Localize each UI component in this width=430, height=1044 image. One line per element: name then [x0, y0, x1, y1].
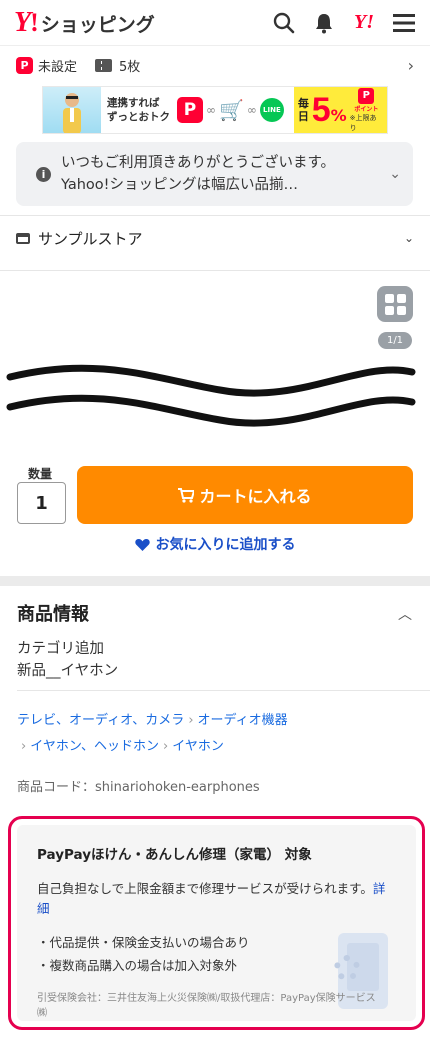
banner-person-image [43, 87, 101, 133]
breadcrumb-link[interactable]: オーディオ機器 [198, 713, 288, 728]
line-icon: LINE [259, 98, 284, 122]
top-header: Y ! ショッピング Y! [0, 0, 430, 46]
insurance-title: PayPayほけん・あんしん修理（家電） 対象 [37, 847, 312, 863]
category-lines: カテゴリ追加 新品__イヤホン [17, 638, 118, 682]
daily-five-percent: 毎日 5 % P ポイント ※上限あり [293, 87, 387, 133]
product-info-heading: 商品情報 [17, 604, 89, 625]
quantity-input[interactable]: 1 [17, 482, 66, 524]
store-name: サンプルストア [38, 229, 143, 248]
percent-number: 5 [311, 90, 331, 129]
paypay-point-icon: P [358, 87, 375, 104]
chevron-right-icon: › [407, 55, 414, 75]
paypay-status: 未設定 [38, 59, 78, 75]
paypay-insurance-box: PayPayほけん・あんしん修理（家電） 対象 自己負担なしで上限金額まで修理サ… [8, 816, 425, 1030]
image-page-indicator: 1/1 [378, 332, 412, 349]
insurance-description-text: 自己負担なしで上限金額まで修理サービスが受けられます。 [37, 881, 373, 896]
breadcrumb-link[interactable]: テレビ、オーディオ、カメラ [17, 713, 184, 728]
divider [0, 215, 430, 216]
favorite-label: お気に入りに追加する [155, 537, 296, 553]
header-icons: Y! [272, 11, 416, 35]
add-to-favorites-link[interactable]: お気に入りに追加する [0, 534, 430, 554]
insurance-footer: 引受保険会社：三井住友海上火災保険㈱/取扱代理店：PayPay保険サービス㈱ [37, 993, 376, 1019]
grid-view-button[interactable] [377, 286, 413, 322]
search-icon[interactable] [272, 11, 296, 35]
info-icon: i [36, 166, 51, 182]
chevron-right-icon: › [163, 739, 169, 754]
chevron-down-icon: ⌄ [403, 231, 414, 245]
banner-line2: ずっとおトク [107, 111, 170, 123]
bell-icon[interactable] [312, 11, 336, 35]
product-image-area[interactable] [0, 270, 430, 357]
banner-line1: 連携すれば [107, 97, 160, 109]
category-line1: カテゴリ追加 [17, 641, 104, 657]
store-selector[interactable]: サンプルストア ⌄ [16, 223, 414, 253]
menu-icon[interactable] [392, 11, 416, 35]
chevron-down-icon: ⌄ [389, 166, 401, 182]
link-icon: ∞ [206, 103, 216, 117]
logo-text: ショッピング [40, 13, 155, 36]
chevron-up-icon[interactable]: ︿ [398, 604, 412, 624]
paypay-icon: P [16, 56, 33, 74]
point-label: ポイント [354, 105, 379, 113]
chevron-right-icon: › [21, 739, 27, 754]
percent-sign: % [330, 105, 347, 125]
section-divider [0, 576, 430, 586]
category-line2: 新品__イヤホン [17, 663, 119, 679]
coupon-count: 5枚 [119, 59, 141, 75]
store-icon [16, 232, 30, 244]
logo-y: Y [14, 6, 31, 38]
divider [17, 690, 430, 691]
cart-icon [178, 487, 195, 503]
add-to-cart-button[interactable]: カートに入れる [77, 466, 413, 524]
notice-line2: Yahoo!ショッピングは幅広い品揃… [61, 177, 298, 193]
paypay-insurance-inner: PayPayほけん・あんしん修理（家電） 対象 自己負担なしで上限金額まで修理サ… [17, 825, 416, 1021]
image-cut-wave [0, 350, 430, 427]
store-notice[interactable]: i いつもご利用頂きありがとうございます。 Yahoo!ショッピングは幅広い品揃… [16, 142, 413, 206]
banner-tagline: 連携すれば ずっとおトク [107, 96, 177, 124]
coupon-icon [95, 58, 113, 72]
daily-word: 毎日 [297, 97, 309, 123]
quantity-label: 数量 [28, 467, 53, 481]
add-to-cart-label: カートに入れる [199, 487, 312, 506]
chevron-right-icon: › [188, 713, 194, 728]
banner-note: ※上限あり [349, 113, 377, 132]
notice-text: いつもご利用頂きありがとうございます。 Yahoo!ショッピングは幅広い品揃… [61, 152, 381, 196]
promo-banner[interactable]: 連携すれば ずっとおトク P ∞ 🛒 ∞ LINE 毎日 5 % P ポイント … [42, 86, 388, 134]
yahoo-icon[interactable]: Y! [352, 11, 376, 35]
breadcrumb-link[interactable]: イヤホン [172, 739, 224, 754]
link-icon: ∞ [246, 103, 257, 117]
logo-exclamation: ! [30, 7, 39, 37]
notice-line1: いつもご利用頂きありがとうございます。 [61, 155, 336, 171]
breadcrumb-link[interactable]: イヤホン、ヘッドホン [30, 739, 159, 754]
paypay-logo-icon: P [177, 97, 203, 123]
heart-icon [134, 538, 150, 551]
points-coupons-row[interactable]: P 未設定 5枚 › [16, 52, 414, 78]
gear-icon [334, 955, 360, 981]
category-breadcrumb: テレビ、オーディオ、カメラ › オーディオ機器 › イヤホン、ヘッドホン › イヤホン [17, 708, 417, 760]
cart-icon: 🛒 [219, 98, 244, 122]
yahoo-shopping-logo[interactable]: Y ! ショッピング [14, 7, 155, 39]
insurance-description: 自己負担なしで上限金額まで修理サービスが受けられます。詳細 [37, 879, 396, 919]
item-code: 商品コード：shinariohoken-earphones [17, 780, 260, 795]
